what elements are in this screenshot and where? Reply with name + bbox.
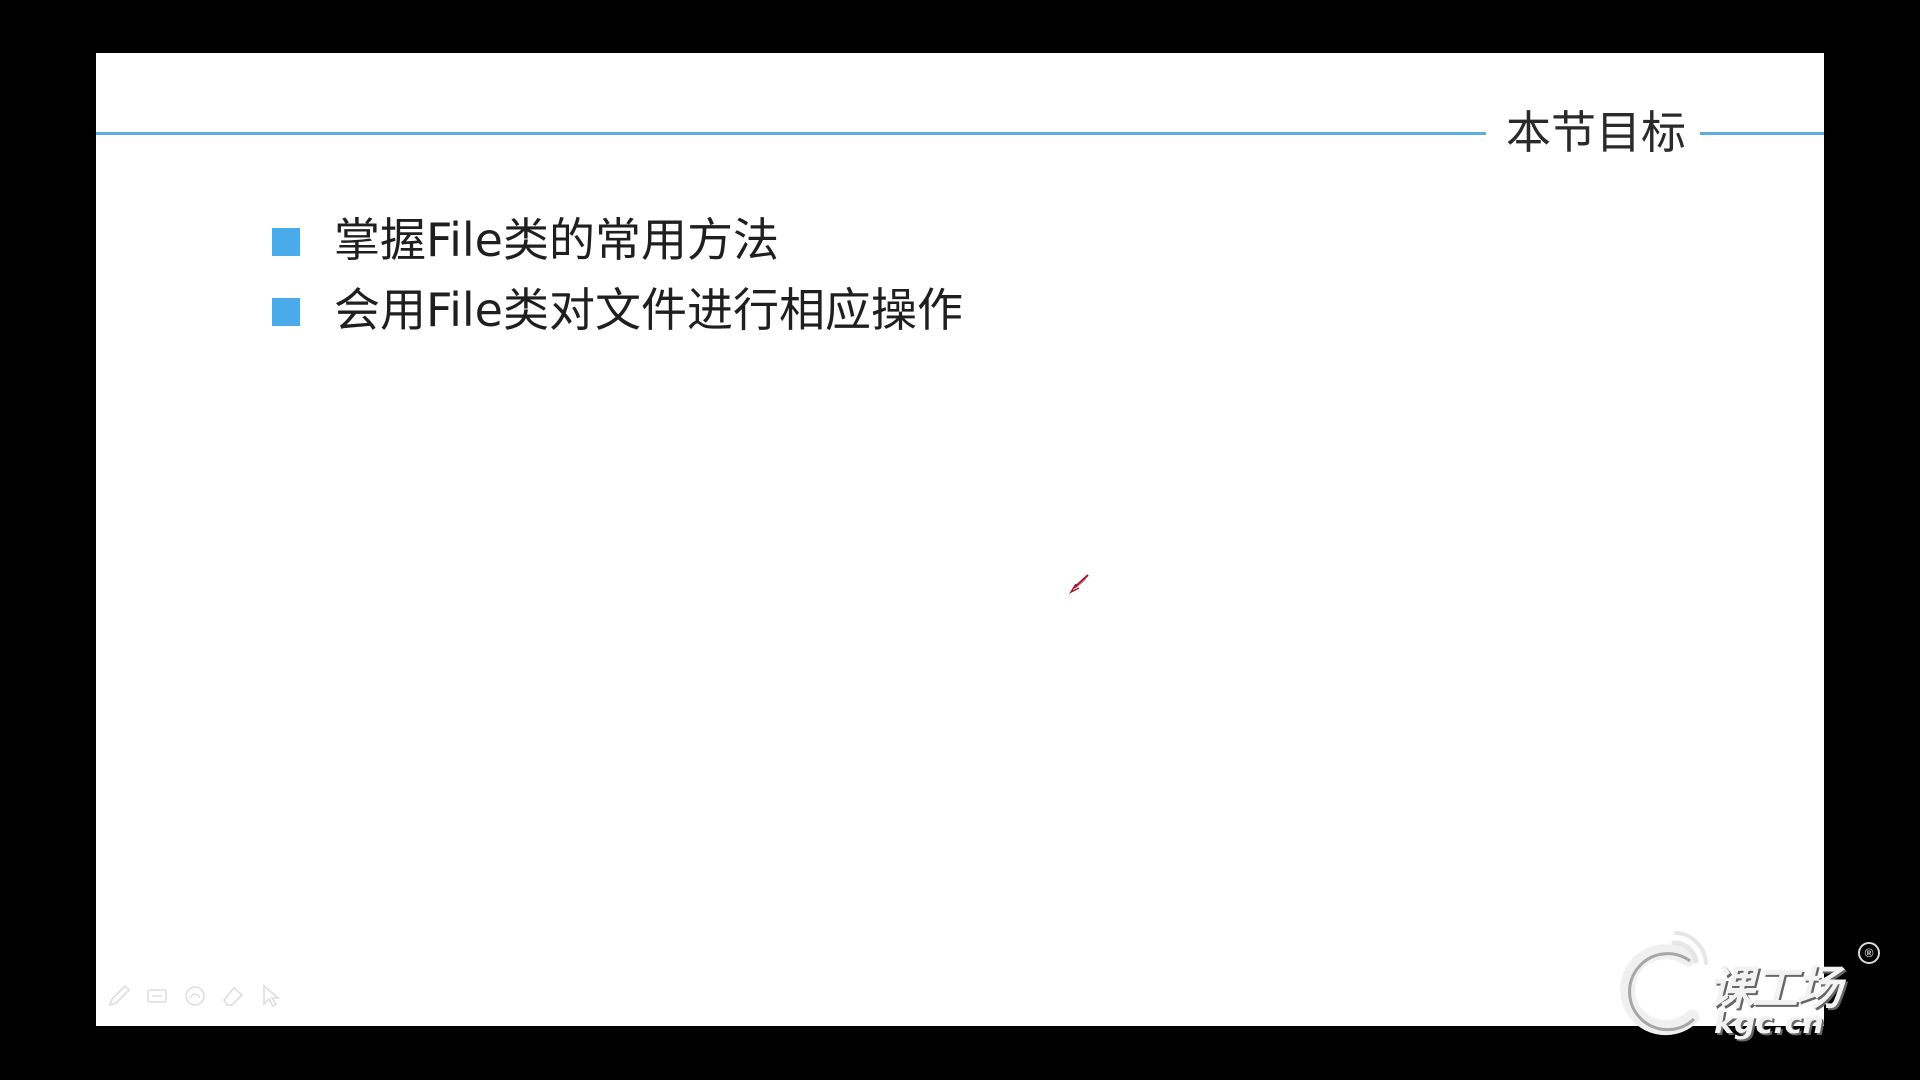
title-rule-right bbox=[1700, 132, 1824, 135]
slide-title: 本节目标 bbox=[1505, 106, 1686, 159]
pen-cursor-icon bbox=[1068, 574, 1089, 594]
presentation-slide: 本节目标 掌握File类的常用方法 会用File类对文件进行相应操作 bbox=[96, 53, 1824, 1026]
ink-icon[interactable] bbox=[182, 983, 208, 1009]
objectives-list: 掌握File类的常用方法 会用File类对文件进行相应操作 bbox=[272, 205, 963, 345]
highlighter-icon[interactable] bbox=[144, 983, 170, 1009]
video-frame: 本节目标 掌握File类的常用方法 会用File类对文件进行相应操作 课工场 k… bbox=[0, 0, 1920, 1080]
registered-mark: ® bbox=[1858, 942, 1880, 964]
pen-toolbar bbox=[106, 983, 284, 1009]
eraser-icon[interactable] bbox=[220, 983, 246, 1009]
bullet-text: 会用File类对文件进行相应操作 bbox=[334, 283, 963, 337]
title-rule-left bbox=[96, 132, 1486, 135]
bullet-text: 掌握File类的常用方法 bbox=[334, 213, 779, 267]
list-item: 会用File类对文件进行相应操作 bbox=[272, 275, 963, 345]
bullet-square-icon bbox=[272, 228, 300, 256]
arrow-pointer-icon[interactable] bbox=[258, 983, 284, 1009]
brand-name-en: kgc.cn bbox=[1714, 1006, 1824, 1041]
pen-icon[interactable] bbox=[106, 983, 132, 1009]
bullet-square-icon bbox=[272, 298, 300, 326]
list-item: 掌握File类的常用方法 bbox=[272, 205, 963, 275]
